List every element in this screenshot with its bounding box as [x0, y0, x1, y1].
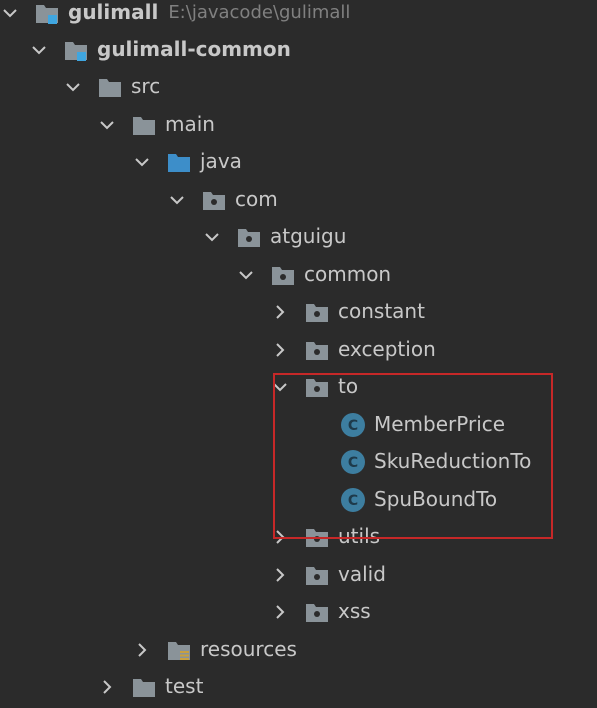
tree-row-exception[interactable]: exception	[0, 331, 597, 368]
package-icon	[236, 224, 262, 250]
tree-item-label: main	[165, 112, 215, 136]
tree-row-com[interactable]: com	[0, 181, 597, 218]
class-icon: C	[340, 449, 366, 475]
tree-row-memberprice[interactable]: C MemberPrice	[0, 406, 597, 443]
tree-row-gulimall-common[interactable]: gulimall-common	[0, 31, 597, 68]
tree-item-label: atguigu	[270, 224, 347, 248]
tree-item-label: test	[165, 674, 204, 698]
tree-row-utils[interactable]: utils	[0, 518, 597, 555]
chevron-down-icon[interactable]	[63, 77, 83, 97]
package-icon	[304, 599, 330, 625]
tree-item-label: SkuReductionTo	[374, 449, 532, 473]
chevron-right-icon[interactable]	[270, 527, 290, 547]
folder-icon	[131, 112, 157, 138]
resources-folder-icon	[166, 637, 192, 663]
package-icon	[270, 262, 296, 288]
tree-row-skureductionto[interactable]: C SkuReductionTo	[0, 443, 597, 480]
package-icon	[304, 374, 330, 400]
project-path: E:\javacode\gulimall	[168, 2, 351, 23]
tree-row-to[interactable]: to	[0, 368, 597, 405]
svg-text:C: C	[348, 493, 358, 509]
package-icon	[304, 524, 330, 550]
package-icon	[304, 562, 330, 588]
tree-item-label: resources	[200, 637, 297, 661]
tree-row-common[interactable]: common	[0, 256, 597, 293]
tree-item-label: SpuBoundTo	[374, 487, 498, 511]
tree-item-label: exception	[338, 337, 436, 361]
tree-row-constant[interactable]: constant	[0, 293, 597, 330]
chevron-down-icon[interactable]	[236, 265, 256, 285]
folder-icon	[97, 74, 123, 100]
tree-row-java[interactable]: java	[0, 143, 597, 180]
chevron-right-icon[interactable]	[97, 677, 117, 697]
chevron-down-icon[interactable]	[270, 377, 290, 397]
chevron-right-icon[interactable]	[270, 340, 290, 360]
package-icon	[304, 299, 330, 325]
tree-item-label: MemberPrice	[374, 412, 506, 436]
tree-item-label: gulimall	[68, 0, 159, 24]
tree-row-valid[interactable]: valid	[0, 556, 597, 593]
tree-row-gulimall[interactable]: gulimall E:\javacode\gulimall	[0, 0, 597, 31]
tree-item-label: utils	[338, 524, 381, 548]
chevron-down-icon[interactable]	[167, 190, 187, 210]
svg-text:C: C	[348, 418, 358, 434]
chevron-right-icon[interactable]	[270, 302, 290, 322]
tree-item-label: gulimall-common	[97, 37, 291, 61]
tree-row-resources[interactable]: resources	[0, 631, 597, 668]
tree-item-label: java	[200, 149, 242, 173]
tree-row-test[interactable]: test	[0, 668, 597, 705]
svg-text:C: C	[348, 455, 358, 471]
tree-item-label: valid	[338, 562, 386, 586]
tree-item-label: common	[304, 262, 392, 286]
chevron-down-icon[interactable]	[29, 40, 49, 60]
tree-row-xss[interactable]: xss	[0, 593, 597, 630]
tree-item-label: com	[235, 187, 278, 211]
source-folder-icon	[166, 149, 192, 175]
chevron-down-icon[interactable]	[132, 152, 152, 172]
class-icon: C	[340, 412, 366, 438]
project-tree: gulimall E:\javacode\gulimall gulimall-c…	[0, 0, 597, 708]
chevron-down-icon[interactable]	[0, 3, 20, 23]
tree-row-src[interactable]: src	[0, 68, 597, 105]
chevron-down-icon[interactable]	[97, 115, 117, 135]
tree-item-label: constant	[338, 299, 425, 323]
tree-item-label: xss	[338, 599, 371, 623]
package-icon	[201, 187, 227, 213]
tree-item-label: to	[338, 374, 359, 398]
chevron-right-icon[interactable]	[132, 640, 152, 660]
chevron-down-icon[interactable]	[202, 227, 222, 247]
package-icon	[304, 337, 330, 363]
class-icon: C	[340, 487, 366, 513]
chevron-right-icon[interactable]	[270, 602, 290, 622]
chevron-right-icon[interactable]	[270, 565, 290, 585]
tree-row-spuboundto[interactable]: C SpuBoundTo	[0, 481, 597, 518]
folder-icon	[131, 674, 157, 700]
module-folder-icon	[34, 0, 60, 26]
tree-row-atguigu[interactable]: atguigu	[0, 218, 597, 255]
module-folder-icon	[63, 37, 89, 63]
tree-item-label: src	[131, 74, 161, 98]
tree-row-main[interactable]: main	[0, 106, 597, 143]
